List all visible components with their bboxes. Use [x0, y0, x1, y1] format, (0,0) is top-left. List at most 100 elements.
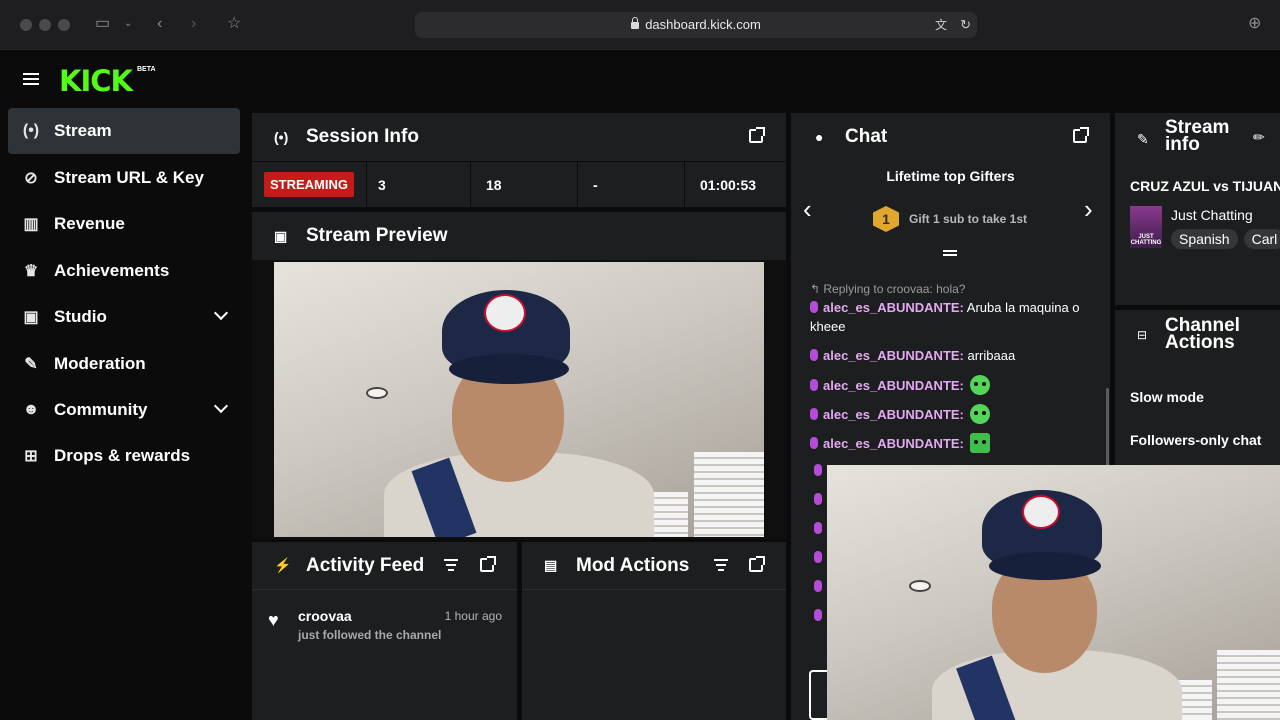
chat-message: alec_es_ABUNDANTE: Aruba la maquina o kh… — [810, 298, 1095, 336]
chat-scrollbar[interactable] — [1106, 388, 1109, 468]
trophy-icon: ♛ — [23, 263, 39, 280]
chat-message: alec_es_ABUNDANTE: — [810, 375, 1095, 395]
reply-hint: ↰ Replying to croovaa: hola? — [810, 280, 1095, 299]
panel-title: Stream Preview — [306, 225, 448, 246]
forward-icon[interactable]: › — [191, 14, 196, 34]
sidebar-item-moderation[interactable]: ✎ Moderation — [8, 341, 240, 387]
chat-bubble-icon: ● — [815, 129, 824, 145]
filter-icon[interactable] — [444, 559, 458, 574]
heart-icon: ♥ — [268, 610, 279, 630]
activity-feed-panel: ⚡ Activity Feed ♥ croovaa 1 hour ago jus… — [252, 542, 517, 720]
lightning-icon: ⚡ — [274, 557, 292, 573]
mic-badge-icon — [814, 580, 822, 592]
menu-icon[interactable] — [23, 73, 39, 85]
followers-only-chat-toggle[interactable]: Followers-only chat — [1130, 432, 1261, 448]
gifters-title: Lifetime top Gifters — [886, 168, 1015, 184]
chat-message: alec_es_ABUNDANTE: arribaaa — [810, 346, 1095, 365]
top-gifters-card: Lifetime top Gifters ‹ › 1 Gift 1 sub to… — [791, 160, 1110, 260]
panel-header: ▣ Stream Preview — [252, 212, 786, 260]
popout-icon[interactable] — [749, 127, 765, 143]
mic-badge-icon — [810, 379, 818, 391]
back-icon[interactable]: ‹ — [157, 14, 162, 34]
mic-badge-icon — [810, 349, 818, 361]
category-name[interactable]: Just Chatting — [1171, 207, 1253, 223]
chevron-down-icon[interactable]: ⌄ — [124, 14, 132, 34]
reload-icon[interactable]: ↻ — [960, 12, 971, 38]
tag-pill[interactable]: Spanish — [1171, 229, 1238, 249]
sidebar-item-label: Achievements — [54, 261, 170, 280]
stream-info-panel: ✎ Stream info ✏ CRUZ AZUL vs TIJUANA JUS… — [1115, 113, 1280, 305]
panel-title: Activity Feed — [306, 554, 425, 576]
sidebar-item-community[interactable]: ☻ Community — [8, 387, 240, 433]
sidebar-item-achievements[interactable]: ♛ Achievements — [8, 248, 240, 294]
browser-toolbar: ▭ ⌄ ‹ › ☆ dashboard.kick.com 文 ↻ ⊕ — [0, 0, 1280, 50]
bar-chart-icon: ▥ — [23, 216, 39, 233]
panel-title: Session Info — [306, 126, 419, 147]
chat-input[interactable] — [809, 670, 829, 720]
stream-preview-video[interactable] — [274, 262, 764, 537]
chat-username[interactable]: alec_es_ABUNDANTE: — [823, 300, 964, 315]
mod-actions-panel: ▤ Mod Actions — [522, 542, 786, 720]
edit-pencil-icon[interactable]: ✏ — [1253, 129, 1265, 146]
emote-icon — [969, 433, 990, 453]
sidebar-item-label: Stream — [54, 121, 112, 140]
category-thumbnail[interactable]: JUST CHATTING — [1130, 206, 1162, 248]
sidebar-item-drops-rewards[interactable]: ⊞ Drops & rewards — [8, 433, 240, 479]
session-stats: STREAMING 3 18 - 01:00:53 — [252, 162, 786, 207]
activity-time: 1 hour ago — [444, 609, 502, 623]
kick-logo[interactable]: KICK — [59, 64, 133, 98]
followers-count: 18 — [471, 162, 578, 207]
sidebar-toggle-icon[interactable]: ▭ — [95, 14, 110, 34]
stream-tags: Spanish Carl — [1171, 229, 1280, 249]
chevron-right-icon[interactable]: › — [1084, 194, 1093, 225]
sidebar-item-label: Revenue — [54, 214, 125, 233]
panel-header: ● Chat — [791, 113, 1110, 161]
bookmark-star-icon[interactable]: ☆ — [227, 14, 241, 34]
link-icon: ⊘ — [24, 170, 38, 187]
activity-user[interactable]: croovaa — [298, 608, 352, 624]
reply-text: Replying to croovaa: hola? — [823, 282, 966, 296]
emote-icon — [969, 375, 990, 395]
lock-icon — [631, 17, 640, 29]
stream-title: CRUZ AZUL vs TIJUANA — [1130, 178, 1280, 194]
collapse-icon[interactable] — [943, 250, 957, 252]
sidebar-item-studio[interactable]: ▣ Studio — [8, 294, 240, 340]
gift-sub-cta[interactable]: Gift 1 sub to take 1st — [909, 212, 1027, 226]
sidebar: (•) Stream ⊘ Stream URL & Key ▥ Revenue … — [0, 108, 248, 720]
mic-badge-icon — [810, 437, 818, 449]
panel-header: ▤ Mod Actions — [522, 542, 786, 590]
chat-username[interactable]: alec_es_ABUNDANTE: — [823, 407, 964, 422]
sidebar-item-revenue[interactable]: ▥ Revenue — [8, 201, 240, 247]
beta-badge: BETA — [137, 66, 156, 73]
chevron-left-icon[interactable]: ‹ — [803, 194, 812, 225]
zoom-window-button[interactable] — [58, 19, 70, 31]
popout-icon[interactable] — [1073, 127, 1089, 143]
rank-badge: 1 — [873, 206, 899, 232]
chat-username[interactable]: alec_es_ABUNDANTE: — [823, 436, 964, 451]
mic-badge-icon — [814, 551, 822, 563]
sidebar-item-stream[interactable]: (•) Stream — [8, 108, 240, 154]
popout-icon[interactable] — [480, 556, 496, 572]
chevron-down-icon — [213, 398, 229, 414]
address-bar[interactable]: dashboard.kick.com 文 ↻ — [415, 12, 977, 38]
popout-icon[interactable] — [749, 556, 765, 572]
slow-mode-toggle[interactable]: Slow mode — [1130, 389, 1204, 405]
sidebar-item-stream-url-key[interactable]: ⊘ Stream URL & Key — [8, 155, 240, 201]
studio-icon: ▣ — [23, 309, 39, 326]
close-window-button[interactable] — [20, 19, 32, 31]
minimize-window-button[interactable] — [39, 19, 51, 31]
tag-pill[interactable]: Carl — [1243, 229, 1280, 249]
filter-icon[interactable] — [714, 559, 728, 574]
stream-status: STREAMING — [252, 162, 367, 207]
translate-icon[interactable]: 文 — [935, 12, 947, 38]
url-text: dashboard.kick.com — [645, 17, 761, 32]
downloads-icon[interactable]: ⊕ — [1248, 14, 1261, 34]
chat-username[interactable]: alec_es_ABUNDANTE: — [823, 348, 964, 363]
session-info-panel: (•) Session Info — [252, 113, 786, 161]
channel-actions-icon: ⊟ — [1137, 328, 1148, 342]
camera-overlay-video[interactable] — [827, 465, 1280, 720]
panel-title: Stream info — [1165, 117, 1230, 155]
chat-username[interactable]: alec_es_ABUNDANTE: — [823, 378, 964, 393]
chat-panel-header: ● Chat — [791, 113, 1110, 160]
mic-badge-icon — [814, 522, 822, 534]
